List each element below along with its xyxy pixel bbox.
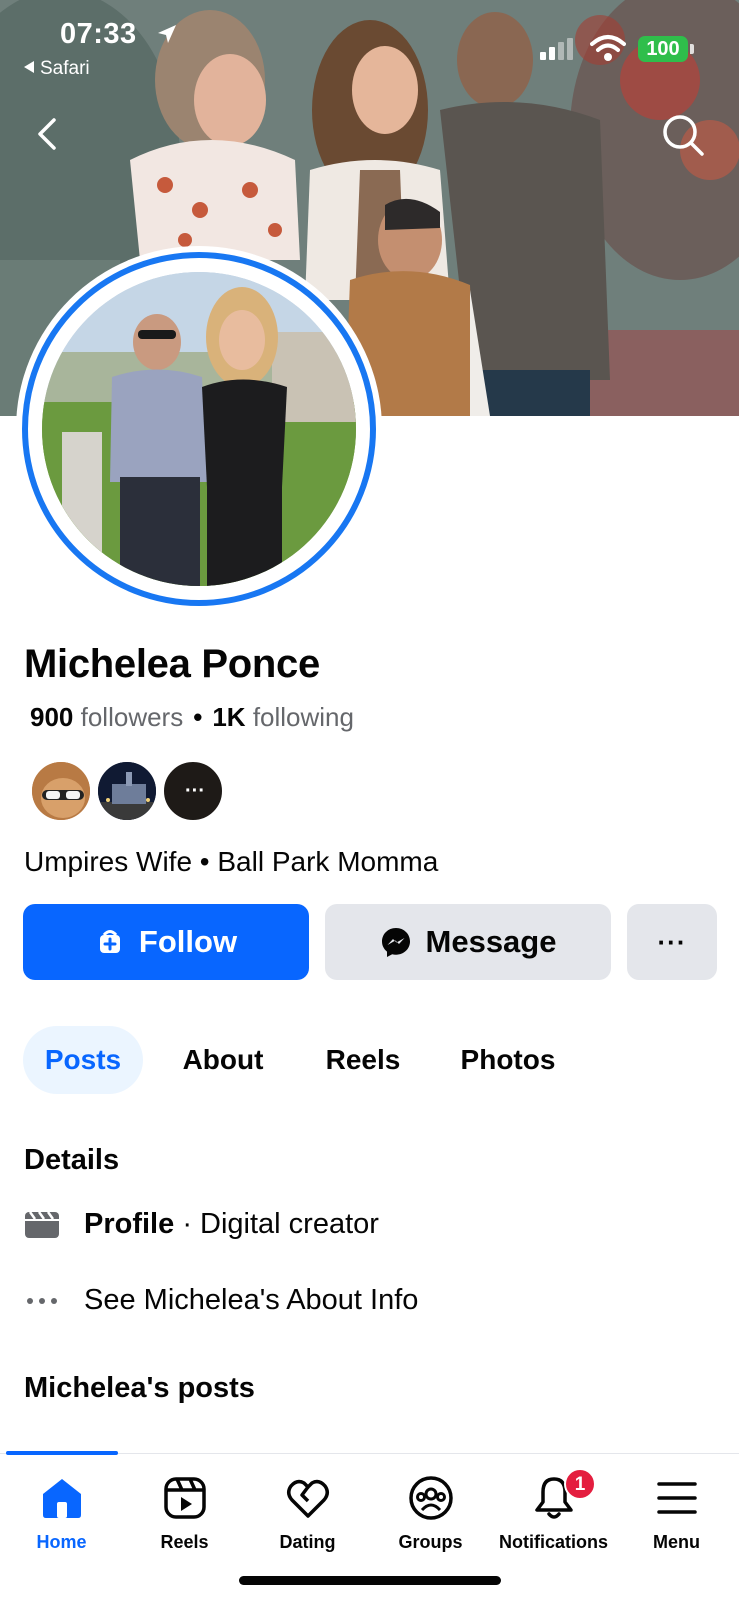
followers-link[interactable]: 900 followers xyxy=(30,702,183,732)
following-link[interactable]: 1K following xyxy=(212,702,354,732)
nav-notifications-label: Notifications xyxy=(498,1532,608,1552)
profile-category-icon xyxy=(24,1210,60,1240)
profile-category-label: Profile xyxy=(84,1208,175,1240)
menu-icon xyxy=(656,1482,697,1514)
nav-menu[interactable]: Menu xyxy=(615,1454,738,1554)
following-label: following xyxy=(252,702,354,732)
story-ring xyxy=(22,252,376,606)
follow-icon xyxy=(99,930,120,953)
status-bar: 07:33 Safari 100 xyxy=(0,0,739,86)
tab-about[interactable]: About xyxy=(163,1026,283,1094)
separator-dot: • xyxy=(193,702,203,732)
mutual-avatar[interactable] xyxy=(30,760,92,822)
follow-label: Follow xyxy=(138,924,238,959)
see-about-info-link[interactable]: See Michelea's About Info xyxy=(24,1284,418,1317)
nav-reels-label: Reels xyxy=(160,1532,209,1552)
followers-label: followers xyxy=(80,702,184,732)
message-label: Message xyxy=(425,924,557,959)
avatar-photo-art xyxy=(42,272,356,586)
more-options-label: ··· xyxy=(657,926,687,957)
messenger-icon xyxy=(381,928,410,957)
nav-menu-label: Menu xyxy=(653,1532,700,1552)
nav-groups[interactable]: Groups xyxy=(369,1454,492,1554)
ellipsis-dots-icon xyxy=(27,1297,57,1304)
search-icon[interactable] xyxy=(660,112,706,158)
profile-tabs: Posts About Reels Photos xyxy=(23,1026,723,1094)
nav-home-label: Home xyxy=(36,1532,87,1552)
profile-category-value: · Digital creator xyxy=(182,1208,379,1240)
home-indicator xyxy=(239,1576,501,1585)
more-mutuals-label: ··· xyxy=(185,780,205,802)
clapperboard-icon xyxy=(25,1210,59,1238)
nav-groups-label: Groups xyxy=(398,1532,463,1552)
mutual-avatar-more[interactable]: ··· xyxy=(162,760,224,822)
more-options-button[interactable]: ··· xyxy=(627,904,717,980)
mutual-avatar-art xyxy=(98,762,156,820)
dating-icon xyxy=(286,1479,329,1518)
nav-dating[interactable]: Dating xyxy=(246,1454,369,1554)
posts-heading: Michelea's posts xyxy=(24,1372,255,1404)
back-app-label: Safari xyxy=(40,58,90,79)
reels-icon xyxy=(163,1477,206,1519)
battery-indicator: 100 xyxy=(638,36,688,62)
profile-category-row: Profile · Digital creator xyxy=(24,1208,379,1241)
nav-home[interactable]: Home xyxy=(0,1454,123,1554)
wifi-icon xyxy=(590,35,626,61)
nav-dating-label: Dating xyxy=(279,1532,336,1552)
tab-photos[interactable]: Photos xyxy=(443,1026,573,1094)
mutual-avatar-art xyxy=(32,762,90,820)
nav-reels[interactable]: Reels xyxy=(123,1454,246,1554)
ellipsis-icon xyxy=(24,1286,60,1316)
following-count: 1K xyxy=(212,702,246,732)
back-chevron-icon[interactable] xyxy=(28,114,68,154)
avatar xyxy=(42,272,356,586)
back-to-app-link[interactable]: Safari xyxy=(24,58,90,80)
battery-tip xyxy=(690,44,694,54)
tab-reels[interactable]: Reels xyxy=(303,1026,423,1094)
profile-name: Michelea Ponce xyxy=(24,642,320,686)
status-time: 07:33 xyxy=(60,18,137,50)
mutual-followers[interactable]: ··· xyxy=(30,760,240,822)
profile-picture[interactable] xyxy=(16,246,382,612)
follow-stats: 900 followers • 1K following xyxy=(30,702,354,733)
groups-icon xyxy=(408,1476,453,1520)
notification-badge: 1 xyxy=(564,1468,596,1500)
message-button[interactable]: Message xyxy=(325,904,611,980)
see-about-info-label: See Michelea's About Info xyxy=(84,1284,419,1316)
follow-button[interactable]: Follow xyxy=(23,904,309,980)
cellular-signal-icon xyxy=(540,38,573,60)
home-icon xyxy=(42,1479,81,1518)
followers-count: 900 xyxy=(30,702,74,732)
details-heading: Details xyxy=(24,1144,120,1176)
profile-bio: Umpires Wife • Ball Park Momma xyxy=(24,846,439,877)
location-arrow-icon xyxy=(158,25,176,43)
mutual-avatar[interactable] xyxy=(96,760,158,822)
back-triangle-icon xyxy=(24,61,34,73)
tab-posts[interactable]: Posts xyxy=(23,1026,143,1094)
nav-notifications[interactable]: 1 Notifications xyxy=(492,1454,615,1554)
